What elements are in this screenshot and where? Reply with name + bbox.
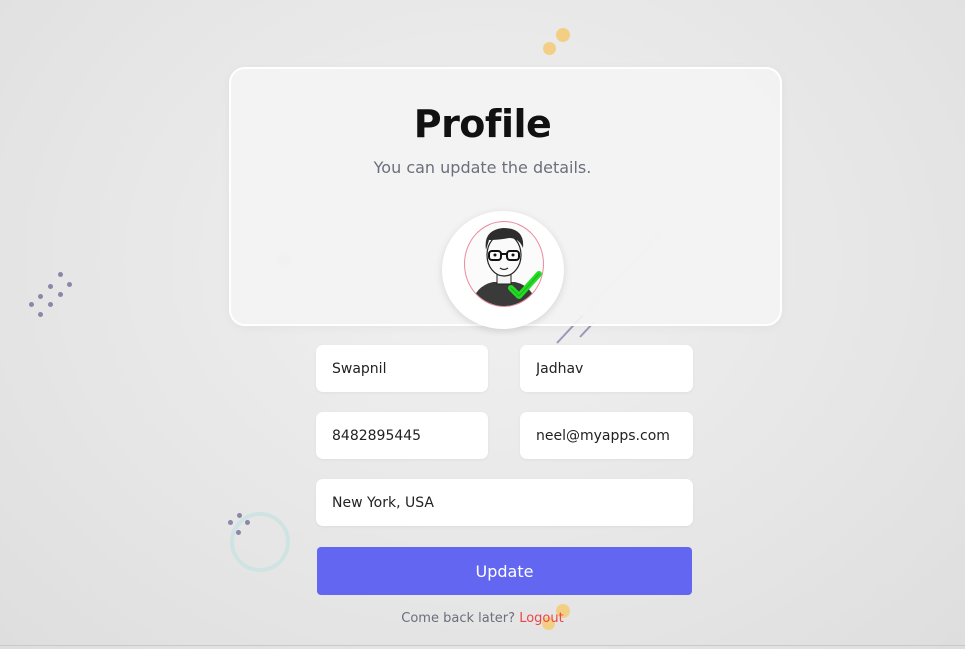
last-name-field[interactable] [520,345,693,392]
logout-link[interactable]: Logout [519,611,564,626]
decorative-dot [556,28,570,42]
phone-field[interactable] [316,412,488,459]
page-title: Profile [413,102,552,146]
email-field[interactable] [520,412,693,459]
first-name-field[interactable] [316,345,488,392]
footer-prompt: Come back later? [401,611,520,626]
location-field[interactable] [316,479,693,526]
avatar-verified-icon [464,221,544,307]
footer-text: Come back later? Logout [0,611,965,626]
decorative-dot [543,42,556,55]
page-subtitle: You can update the details. [373,158,592,177]
update-button[interactable]: Update [317,547,692,595]
decorative-ring [230,512,290,572]
avatar[interactable] [442,211,564,329]
divider [0,645,965,646]
